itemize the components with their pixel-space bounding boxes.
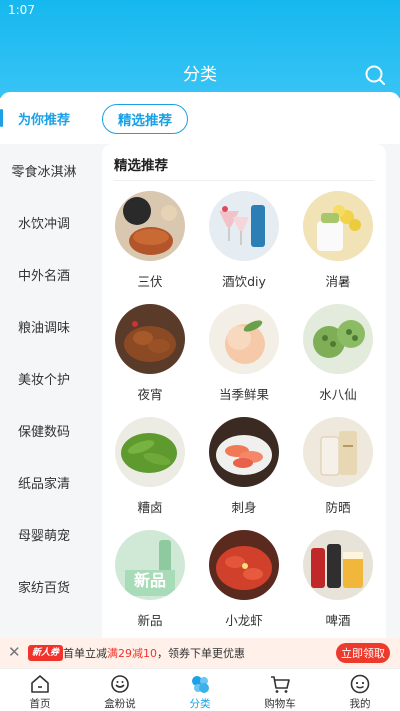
category-item[interactable]: 消暑 (298, 191, 378, 291)
category-label: 防晒 (325, 500, 351, 515)
status-time: 1:07 (8, 3, 35, 17)
sidebar-item-liquor[interactable]: 中外名酒 (0, 248, 88, 300)
category-label: 三伏 (137, 274, 163, 289)
tab-profile[interactable]: 我的 (320, 669, 400, 711)
category-item[interactable]: 酒饮diy (204, 191, 284, 291)
tab-label: 我的 (349, 698, 371, 710)
divider (114, 180, 374, 181)
tab-category[interactable]: 分类 (160, 669, 240, 711)
summer-drink-photo (303, 191, 373, 261)
new-badge-text: 新品 (134, 571, 166, 590)
sidebar-item-health-digital[interactable]: 保健数码 (0, 404, 88, 456)
category-label: 小龙虾 (225, 613, 263, 628)
sunscreen-photo (303, 417, 373, 487)
promo-text: 首单立减满29减10，领券下单更优惠 (63, 645, 245, 661)
community-icon (111, 675, 129, 693)
lotus-seed-photo (303, 304, 373, 374)
claim-coupon-button[interactable]: 立即领取 (336, 643, 390, 663)
category-label: 水八仙 (319, 387, 357, 402)
peach-photo (209, 304, 279, 374)
sashimi-photo (209, 417, 279, 487)
beer-photo (303, 530, 373, 600)
category-sidebar: 为你推荐 零食冰淇淋 水饮冲调 中外名酒 粮油调味 美妆个护 保健数码 纸品家清… (0, 92, 88, 638)
category-item[interactable]: 防晒 (298, 417, 378, 517)
tab-label: 购物车 (264, 698, 296, 710)
category-item[interactable]: 刺身 (204, 417, 284, 517)
crayfish-photo (209, 530, 279, 600)
category-label: 当季鲜果 (218, 387, 269, 402)
category-label: 酒饮diy (222, 274, 266, 289)
tab-community[interactable]: 盒粉说 (80, 669, 160, 711)
tab-cart[interactable]: 购物车 (240, 669, 320, 711)
bottom-tab-bar: 首页 盒粉说 分类 购物车 我的 (0, 668, 400, 711)
tab-label: 盒粉说 (104, 698, 136, 710)
sidebar-item-home-textile[interactable]: 家纺百货 (0, 560, 88, 612)
category-item[interactable]: 啤酒 (298, 530, 378, 630)
herbal-tea-photo (115, 191, 185, 261)
category-item[interactable]: 当季鲜果 (204, 304, 284, 404)
sidebar-item-paper-cleaning[interactable]: 纸品家清 (0, 456, 88, 508)
promo-text-highlight: 满29减10 (107, 647, 157, 660)
tab-label: 分类 (189, 698, 211, 710)
tab-label: 首页 (29, 698, 51, 710)
section-title: 精选推荐 (114, 158, 168, 174)
home-icon (31, 675, 49, 693)
header-bar: 1:07 分类 (0, 0, 400, 98)
sidebar-item-grain-oil[interactable]: 粮油调味 (0, 300, 88, 352)
sidebar-item-recommend[interactable]: 为你推荐 (0, 92, 88, 144)
new-user-coupon-tag: 新人券 (28, 645, 64, 661)
category-label: 刺身 (231, 500, 257, 515)
page-title: 分类 (183, 65, 217, 85)
featured-filter-pill[interactable]: 精选推荐 (102, 104, 188, 134)
category-item[interactable]: 水八仙 (298, 304, 378, 404)
promo-banner[interactable]: ✕ 新人券 首单立减满29减10，领券下单更优惠 立即领取 (0, 638, 400, 668)
featured-card: 精选推荐 三伏 酒饮diy 消暑 夜宵 当季鲜果 水八仙 糟卤 刺身 防晒 新品… (102, 144, 386, 638)
sidebar-item-snacks[interactable]: 零食冰淇淋 (0, 144, 88, 196)
category-item[interactable]: 三伏 (110, 191, 190, 291)
category-item[interactable]: 糟卤 (110, 417, 190, 517)
promo-text-before: 首单立减 (63, 647, 107, 660)
cart-icon (271, 676, 290, 693)
category-label: 消暑 (325, 274, 351, 289)
category-icon (192, 676, 209, 693)
category-item[interactable]: 小龙虾 (204, 530, 284, 630)
sidebar-item-drinks[interactable]: 水饮冲调 (0, 196, 88, 248)
sidebar-item-beauty[interactable]: 美妆个护 (0, 352, 88, 404)
duck-neck-photo (115, 304, 185, 374)
main-panel: 为你推荐 零食冰淇淋 水饮冲调 中外名酒 粮油调味 美妆个护 保健数码 纸品家清… (0, 92, 400, 638)
category-label: 新品 (137, 613, 163, 628)
tab-home[interactable]: 首页 (0, 669, 80, 711)
edamame-photo (115, 417, 185, 487)
category-label: 啤酒 (325, 613, 351, 628)
profile-icon (350, 674, 370, 694)
category-label: 糟卤 (137, 500, 163, 515)
promo-text-after: ，领券下单更优惠 (157, 647, 245, 660)
category-item[interactable]: 夜宵 (110, 304, 190, 404)
cocktail-photo (209, 191, 279, 261)
search-icon[interactable] (364, 64, 386, 86)
close-icon[interactable]: ✕ (8, 644, 22, 660)
category-label: 夜宵 (137, 387, 163, 402)
new-product-photo: 新品 (115, 530, 185, 600)
sidebar-item-baby-pet[interactable]: 母婴萌宠 (0, 508, 88, 560)
category-item[interactable]: 新品 新品 (110, 530, 190, 630)
